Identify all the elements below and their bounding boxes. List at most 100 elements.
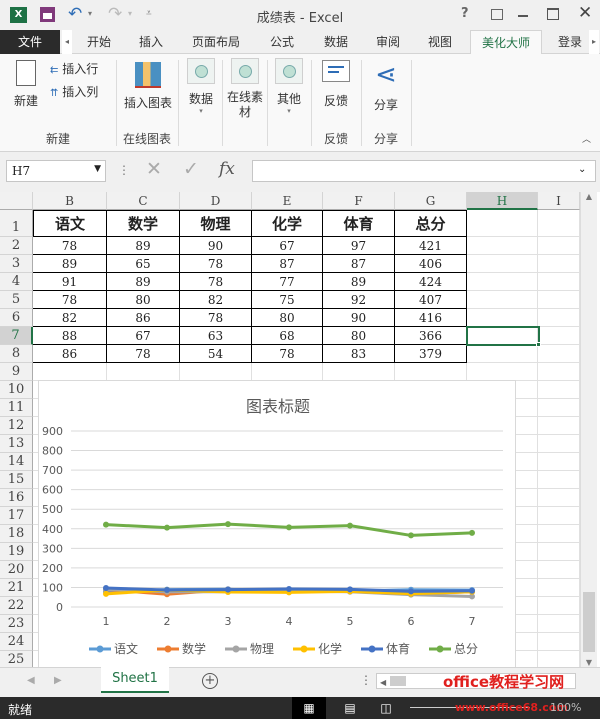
cell-I6[interactable] bbox=[538, 309, 580, 327]
cell-F5[interactable]: 92 bbox=[323, 291, 395, 309]
name-box[interactable]: H7 ▼ bbox=[6, 160, 106, 182]
cell-I16[interactable] bbox=[538, 489, 580, 507]
close-button[interactable]: ✕ bbox=[578, 3, 592, 23]
undo-dropdown-icon[interactable]: ▾ bbox=[88, 9, 92, 18]
cell-B7[interactable]: 88 bbox=[33, 327, 107, 345]
split-handle-icon[interactable]: ⋮ bbox=[360, 673, 372, 687]
cell-I14[interactable] bbox=[538, 453, 580, 471]
cell-D2[interactable]: 90 bbox=[180, 237, 252, 255]
column-header-F[interactable]: F bbox=[323, 192, 395, 210]
row-header-12[interactable]: 12 bbox=[0, 417, 33, 435]
row-header-13[interactable]: 13 bbox=[0, 435, 33, 453]
cell-H3[interactable] bbox=[467, 255, 538, 273]
column-header-G[interactable]: G bbox=[395, 192, 467, 210]
row-header-4[interactable]: 4 bbox=[0, 273, 33, 291]
row-header-2[interactable]: 2 bbox=[0, 237, 33, 255]
cell-H2[interactable] bbox=[467, 237, 538, 255]
tab-home[interactable]: 开始 bbox=[78, 30, 120, 54]
cell-H8[interactable] bbox=[467, 345, 538, 363]
tab-scroll-left[interactable]: ◂ bbox=[62, 30, 72, 54]
cell-C2[interactable]: 89 bbox=[107, 237, 180, 255]
cell-B5[interactable]: 78 bbox=[33, 291, 107, 309]
cell-B9[interactable] bbox=[33, 363, 107, 381]
row-header-21[interactable]: 21 bbox=[0, 579, 33, 597]
cell-F8[interactable]: 83 bbox=[323, 345, 395, 363]
cell-C5[interactable]: 80 bbox=[107, 291, 180, 309]
customize-quick-access-icon[interactable]: ⩡ bbox=[146, 8, 152, 19]
share-button[interactable]: ⋖ 分享 bbox=[364, 60, 408, 113]
cell-H1[interactable] bbox=[467, 210, 538, 237]
cell-I11[interactable] bbox=[538, 399, 580, 417]
row-header-8[interactable]: 8 bbox=[0, 345, 33, 363]
insert-row-button[interactable]: ⇇ 插入行 bbox=[50, 60, 110, 77]
add-sheet-button[interactable]: + bbox=[202, 673, 218, 689]
cell-D8[interactable]: 54 bbox=[180, 345, 252, 363]
new-button[interactable]: 新建 bbox=[8, 60, 44, 109]
scroll-down-icon[interactable]: ▼ bbox=[581, 658, 597, 667]
cell-E1[interactable]: 化学 bbox=[252, 210, 323, 237]
tab-insert[interactable]: 插入 bbox=[130, 30, 172, 54]
cell-I4[interactable] bbox=[538, 273, 580, 291]
row-header-17[interactable]: 17 bbox=[0, 507, 33, 525]
cell-G2[interactable]: 421 bbox=[395, 237, 467, 255]
collapse-ribbon-icon[interactable]: ︿ bbox=[582, 132, 591, 145]
insert-function-button[interactable]: fx bbox=[219, 159, 235, 179]
other-button[interactable]: 其他 ▾ bbox=[270, 58, 308, 115]
cell-I2[interactable] bbox=[538, 237, 580, 255]
zoom-level[interactable]: 100% bbox=[550, 701, 581, 714]
row-header-1[interactable]: 1 bbox=[0, 210, 33, 237]
next-sheet-icon[interactable]: ▶ bbox=[54, 675, 62, 686]
cell-C1[interactable]: 数学 bbox=[107, 210, 180, 237]
column-header-C[interactable]: C bbox=[107, 192, 180, 210]
cell-I10[interactable] bbox=[538, 381, 580, 399]
row-header-5[interactable]: 5 bbox=[0, 291, 33, 309]
cell-G5[interactable]: 407 bbox=[395, 291, 467, 309]
redo-dropdown-icon[interactable]: ▾ bbox=[128, 9, 132, 18]
name-box-dropdown-icon[interactable]: ▼ bbox=[94, 164, 101, 174]
row-header-7[interactable]: 7 bbox=[0, 327, 33, 345]
cell-G9[interactable] bbox=[395, 363, 467, 381]
cell-E4[interactable]: 77 bbox=[252, 273, 323, 291]
cell-I23[interactable] bbox=[538, 615, 580, 633]
cell-I20[interactable] bbox=[538, 561, 580, 579]
tab-beautify-master[interactable]: 美化大师 bbox=[470, 30, 542, 55]
cell-I1[interactable] bbox=[538, 210, 580, 237]
cell-D5[interactable]: 82 bbox=[180, 291, 252, 309]
line-chart[interactable]: 图表标题 0 100 200 300 400 500 600 700 800 900 1 2 3 4 5 6 7… bbox=[38, 380, 516, 668]
row-header-3[interactable]: 3 bbox=[0, 255, 33, 273]
online-material-button[interactable]: 在线素材 bbox=[224, 58, 266, 120]
cell-I3[interactable] bbox=[538, 255, 580, 273]
cell-D1[interactable]: 物理 bbox=[180, 210, 252, 237]
cell-B8[interactable]: 86 bbox=[33, 345, 107, 363]
cell-G8[interactable]: 379 bbox=[395, 345, 467, 363]
cell-F6[interactable]: 90 bbox=[323, 309, 395, 327]
data-button[interactable]: 数据 ▾ bbox=[182, 58, 220, 115]
cell-I9[interactable] bbox=[538, 363, 580, 381]
cell-D4[interactable]: 78 bbox=[180, 273, 252, 291]
cell-F2[interactable]: 97 bbox=[323, 237, 395, 255]
cell-H4[interactable] bbox=[467, 273, 538, 291]
h-scroll-thumb[interactable] bbox=[390, 676, 406, 686]
cell-B3[interactable]: 89 bbox=[33, 255, 107, 273]
page-layout-view-button[interactable]: ▤ bbox=[340, 697, 360, 719]
cell-E9[interactable] bbox=[252, 363, 323, 381]
cell-B4[interactable]: 91 bbox=[33, 273, 107, 291]
cell-I18[interactable] bbox=[538, 525, 580, 543]
cell-E3[interactable]: 87 bbox=[252, 255, 323, 273]
row-header-23[interactable]: 23 bbox=[0, 615, 33, 633]
undo-icon[interactable]: ↶ bbox=[68, 4, 82, 24]
formula-bar-options-icon[interactable]: ⋮ bbox=[118, 163, 130, 177]
row-header-20[interactable]: 20 bbox=[0, 561, 33, 579]
cell-D6[interactable]: 78 bbox=[180, 309, 252, 327]
cell-I21[interactable] bbox=[538, 579, 580, 597]
column-header-D[interactable]: D bbox=[180, 192, 252, 210]
save-icon[interactable] bbox=[40, 7, 55, 22]
cell-G3[interactable]: 406 bbox=[395, 255, 467, 273]
tab-scroll-right[interactable]: ▸ bbox=[589, 30, 599, 54]
cell-I8[interactable] bbox=[538, 345, 580, 363]
cell-B2[interactable]: 78 bbox=[33, 237, 107, 255]
cell-G7[interactable]: 366 bbox=[395, 327, 467, 345]
cell-B6[interactable]: 82 bbox=[33, 309, 107, 327]
row-header-18[interactable]: 18 bbox=[0, 525, 33, 543]
cell-G6[interactable]: 416 bbox=[395, 309, 467, 327]
